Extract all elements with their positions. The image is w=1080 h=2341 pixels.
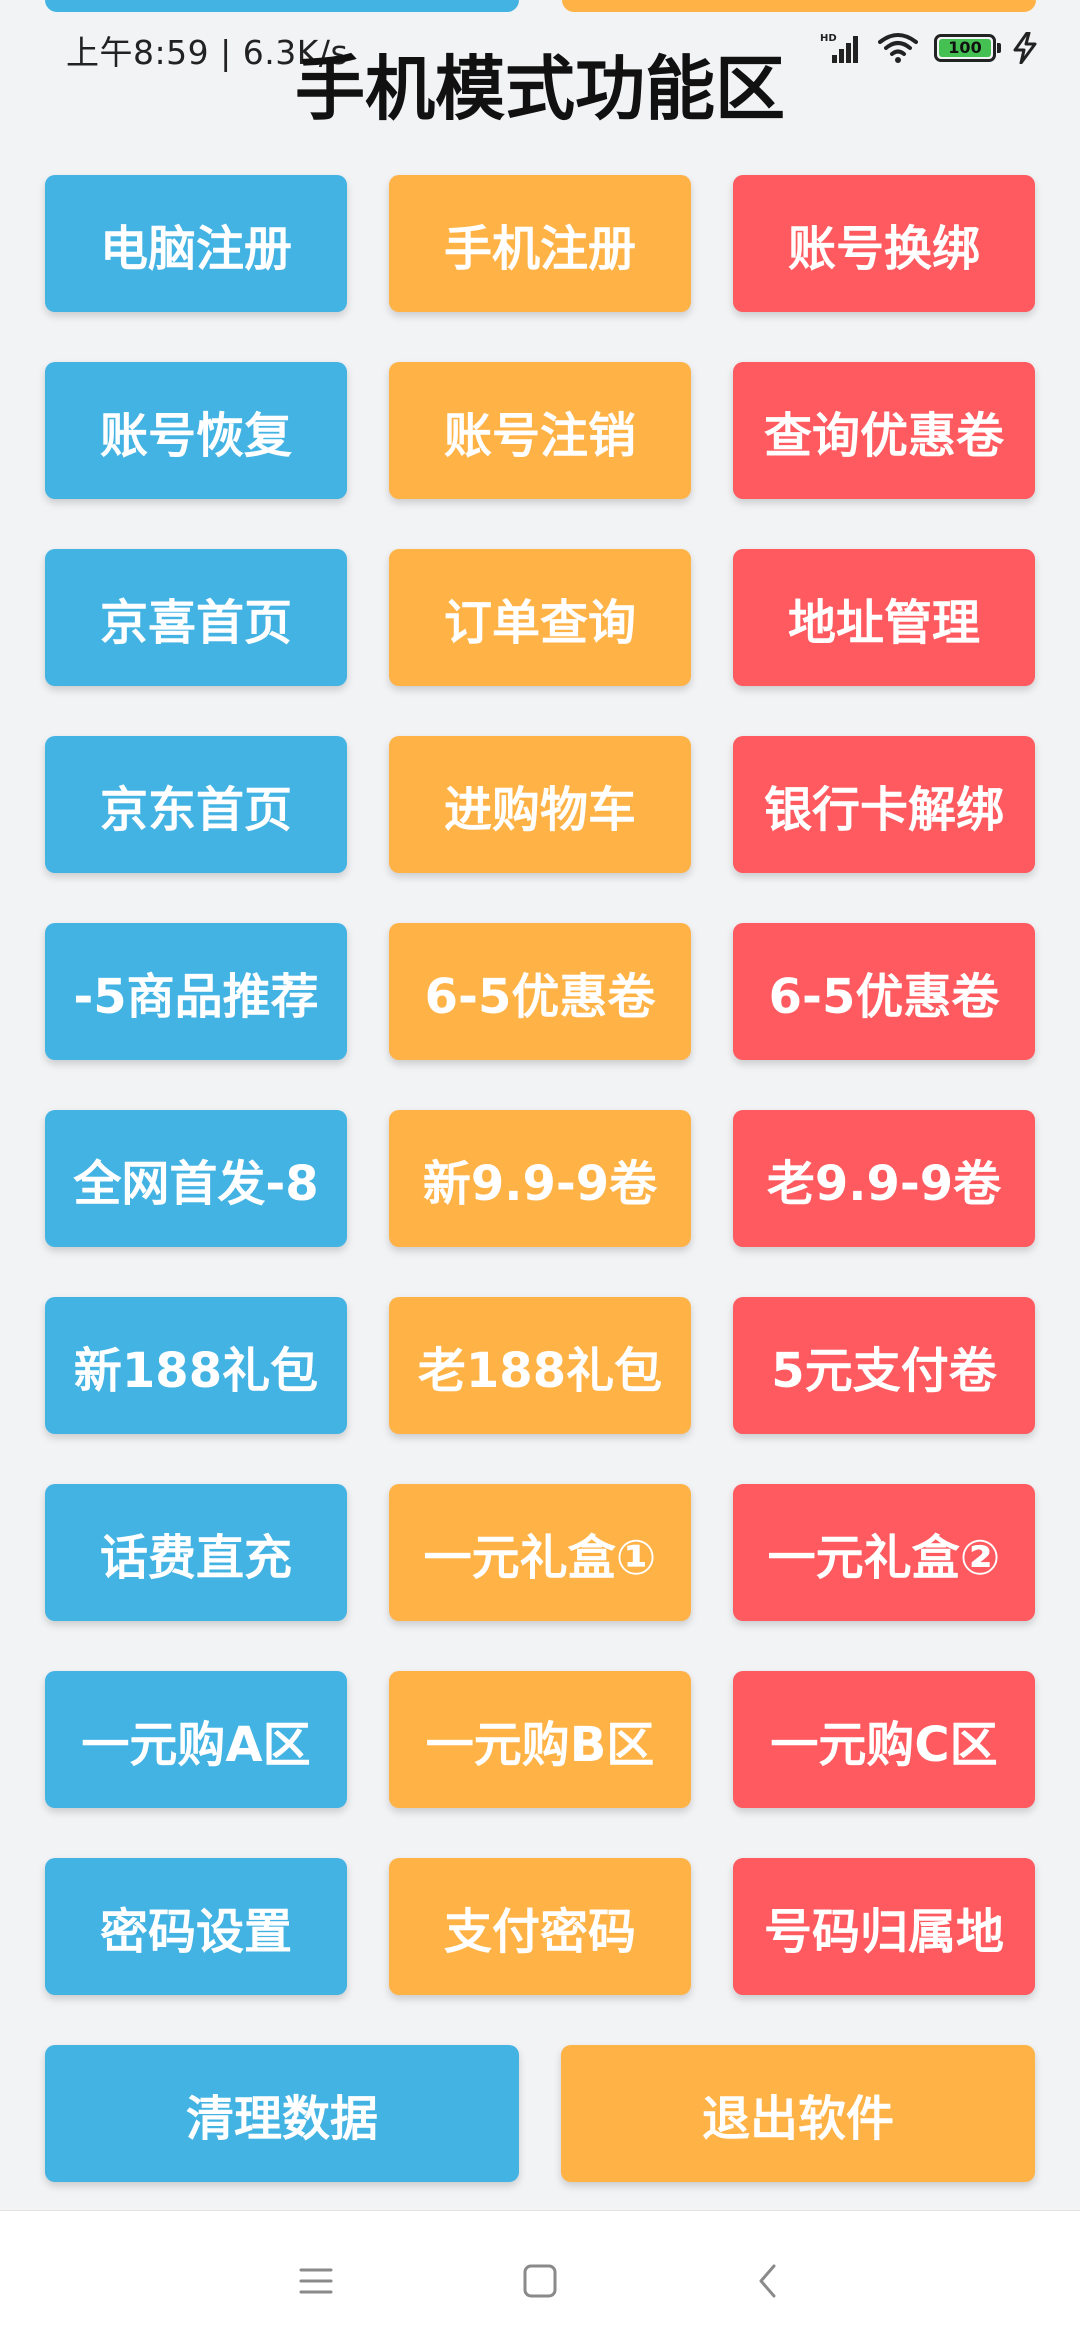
network-first-release-button[interactable]: 全网首发-8 — [45, 1110, 347, 1247]
new-188-gift-button[interactable]: 新188礼包 — [45, 1297, 347, 1434]
jd-home-button[interactable]: 京东首页 — [45, 736, 347, 873]
menu-icon[interactable] — [286, 2251, 346, 2311]
payment-coupon-button[interactable]: 5元支付卷 — [733, 1297, 1035, 1434]
gift-box-2-button[interactable]: 一元礼盒② — [733, 1484, 1035, 1621]
shopping-cart-button[interactable]: 进购物车 — [389, 736, 691, 873]
product-recommend-button[interactable]: -5商品推荐 — [45, 923, 347, 1060]
bottom-actions: 清理数据 退出软件 — [45, 2045, 1035, 2182]
coupon-6-5-button-a[interactable]: 6-5优惠卷 — [389, 923, 691, 1060]
rebind-account-button[interactable]: 账号换绑 — [733, 175, 1035, 312]
payment-password-button[interactable]: 支付密码 — [389, 1858, 691, 1995]
system-nav-bar — [0, 2210, 1080, 2341]
pc-register-button[interactable]: 电脑注册 — [45, 175, 347, 312]
function-grid: 电脑注册 手机注册 账号换绑 账号恢复 账号注销 查询优惠卷 京喜首页 订单查询… — [45, 175, 1035, 1995]
clear-data-button[interactable]: 清理数据 — [45, 2045, 519, 2182]
query-coupon-button[interactable]: 查询优惠卷 — [733, 362, 1035, 499]
order-query-button[interactable]: 订单查询 — [389, 549, 691, 686]
one-yuan-c-button[interactable]: 一元购C区 — [733, 1671, 1035, 1808]
jingxi-home-button[interactable]: 京喜首页 — [45, 549, 347, 686]
old-9-9-coupon-button[interactable]: 老9.9-9卷 — [733, 1110, 1035, 1247]
one-yuan-a-button[interactable]: 一元购A区 — [45, 1671, 347, 1808]
hd-label: HD — [820, 33, 837, 44]
password-settings-button[interactable]: 密码设置 — [45, 1858, 347, 1995]
back-icon[interactable] — [738, 2251, 798, 2311]
coupon-6-5-button-b[interactable]: 6-5优惠卷 — [733, 923, 1035, 1060]
one-yuan-b-button[interactable]: 一元购B区 — [389, 1671, 691, 1808]
phone-recharge-button[interactable]: 话费直充 — [45, 1484, 347, 1621]
unbind-bank-card-button[interactable]: 银行卡解绑 — [733, 736, 1035, 873]
old-188-gift-button[interactable]: 老188礼包 — [389, 1297, 691, 1434]
number-location-button[interactable]: 号码归属地 — [733, 1858, 1035, 1995]
new-9-9-coupon-button[interactable]: 新9.9-9卷 — [389, 1110, 691, 1247]
address-manage-button[interactable]: 地址管理 — [733, 549, 1035, 686]
restore-account-button[interactable]: 账号恢复 — [45, 362, 347, 499]
exit-app-button[interactable]: 退出软件 — [561, 2045, 1035, 2182]
cancel-account-button[interactable]: 账号注销 — [389, 362, 691, 499]
gift-box-1-button[interactable]: 一元礼盒① — [389, 1484, 691, 1621]
home-icon[interactable] — [510, 2251, 570, 2311]
page-title: 手机模式功能区 — [295, 48, 785, 130]
phone-register-button[interactable]: 手机注册 — [389, 175, 691, 312]
